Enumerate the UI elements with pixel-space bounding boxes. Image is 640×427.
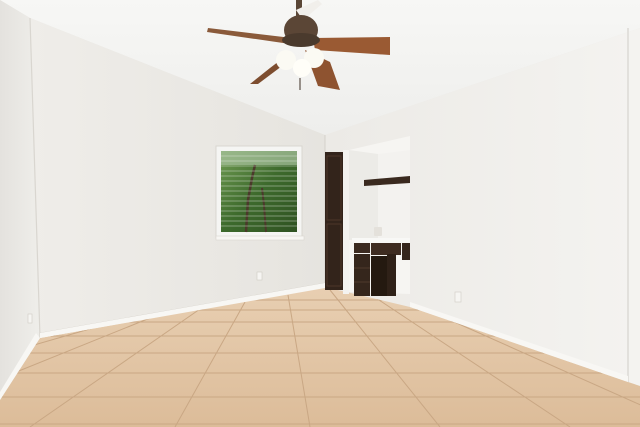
window [215,145,305,241]
wall-outlet-2 [27,313,33,324]
desk-item [374,227,382,236]
desk-alcove [349,136,410,296]
room-illustration [0,0,640,427]
desk-drawers [354,254,370,296]
fan-light-center [293,59,311,77]
wall-outlet-3 [454,291,462,303]
fan-light-left [276,50,296,70]
desk-top [352,238,410,243]
bedroom-photo [0,0,640,427]
tall-cabinet-door [325,150,349,294]
wall-outlet [256,271,263,281]
